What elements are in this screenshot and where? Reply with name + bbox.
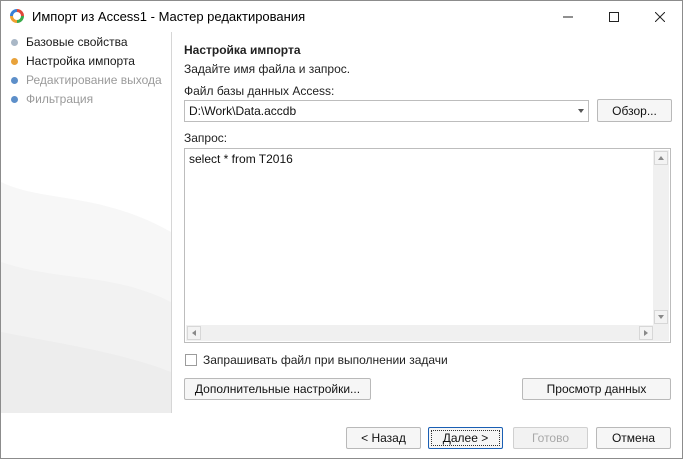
step-filtering: Фильтрация <box>11 91 93 107</box>
scroll-right-button[interactable] <box>639 326 653 340</box>
scroll-left-button[interactable] <box>187 326 201 340</box>
step-label: Настройка импорта <box>26 54 135 68</box>
step-edit-output: Редактирование выхода <box>11 72 162 88</box>
ask-file-label[interactable]: Запрашивать файл при выполнении задачи <box>203 353 448 367</box>
wizard-window: Импорт из Access1 - Мастер редактировани… <box>0 0 683 459</box>
query-horizontal-scrollbar[interactable] <box>186 325 654 341</box>
close-icon <box>655 11 665 22</box>
step-basic-properties: Базовые свойства <box>11 34 128 50</box>
close-button[interactable] <box>637 1 683 32</box>
file-label: Файл базы данных Access: <box>184 84 335 98</box>
file-path-combobox[interactable]: D:\Work\Data.accdb <box>184 100 589 122</box>
step-pending-dot <box>11 95 18 103</box>
step-import-settings: Настройка импорта <box>11 53 135 69</box>
query-vertical-scrollbar[interactable] <box>653 150 669 325</box>
step-done-dot <box>11 38 18 46</box>
minimize-icon <box>563 16 573 17</box>
advanced-settings-button[interactable]: Дополнительные настройки... <box>184 378 371 400</box>
preview-data-label: Просмотр данных <box>546 382 647 396</box>
query-label: Запрос: <box>184 131 228 145</box>
query-textarea[interactable]: select * from T2016 <box>184 148 671 343</box>
browse-button-label: Обзор... <box>612 103 657 118</box>
preview-data-button[interactable]: Просмотр данных <box>522 378 671 400</box>
browse-button[interactable]: Обзор... <box>597 99 672 122</box>
sidebar-background-pattern <box>1 182 171 413</box>
back-button[interactable]: < Назад <box>346 427 421 449</box>
step-label: Редактирование выхода <box>26 73 162 87</box>
scrollbar-corner <box>653 325 669 341</box>
step-active-dot <box>11 57 18 65</box>
scroll-down-icon <box>658 315 664 319</box>
scroll-right-icon <box>644 330 648 336</box>
page-heading: Настройка импорта <box>184 43 301 57</box>
finish-button: Готово <box>513 427 588 449</box>
dropdown-arrow-icon[interactable] <box>578 109 584 113</box>
step-pending-dot <box>11 76 18 84</box>
query-text: select * from T2016 <box>189 152 293 166</box>
finish-button-label: Готово <box>531 431 570 445</box>
step-label: Базовые свойства <box>26 35 128 49</box>
file-path-value: D:\Work\Data.accdb <box>189 104 297 118</box>
next-button[interactable]: Далее > <box>428 427 503 449</box>
scroll-down-button[interactable] <box>654 310 668 324</box>
cancel-button[interactable]: Отмена <box>596 427 671 449</box>
scroll-up-icon <box>658 156 664 160</box>
footer-divider <box>172 413 682 414</box>
step-label: Фильтрация <box>26 92 94 106</box>
advanced-settings-label: Дополнительные настройки... <box>194 382 361 396</box>
maximize-button[interactable] <box>591 1 637 32</box>
minimize-button[interactable] <box>545 1 591 32</box>
window-title: Импорт из Access1 - Мастер редактировани… <box>32 9 306 24</box>
app-logo-icon <box>10 9 24 23</box>
scroll-left-icon <box>192 330 196 336</box>
next-button-label: Далее > <box>442 431 489 445</box>
wizard-page-content: Настройка импорта Задайте имя файла и за… <box>172 32 682 413</box>
scroll-up-button[interactable] <box>654 151 668 165</box>
ask-file-checkbox[interactable] <box>185 354 197 366</box>
back-button-label: < Назад <box>361 431 406 445</box>
maximize-icon <box>609 11 619 22</box>
cancel-button-label: Отмена <box>611 431 656 445</box>
wizard-steps-sidebar: Базовые свойства Настройка импорта Редак… <box>1 32 171 413</box>
page-subheading: Задайте имя файла и запрос. <box>184 62 351 76</box>
title-bar[interactable]: Импорт из Access1 - Мастер редактировани… <box>1 1 682 32</box>
